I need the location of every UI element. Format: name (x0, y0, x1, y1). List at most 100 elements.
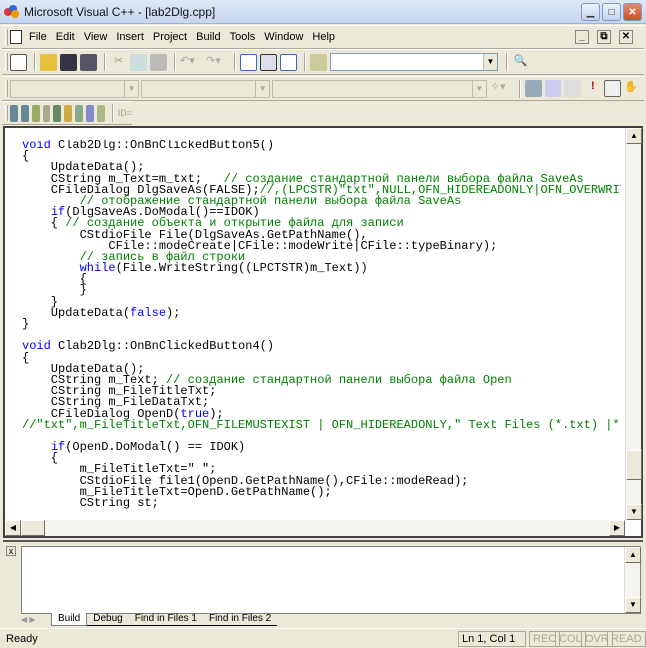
output-text-area[interactable]: ▲ ▼ (21, 546, 641, 614)
toolbar-grip[interactable] (5, 105, 8, 121)
code-text: (File.WriteString((LPCTSTR)m_Text)) (115, 261, 368, 276)
window-list-icon[interactable] (280, 53, 297, 71)
new-icon-icon[interactable] (42, 104, 51, 122)
menu-insert[interactable]: Insert (115, 30, 145, 44)
code-text: UpdateData( (22, 305, 131, 320)
code-comment: // создание стандартной панели выбора фа… (166, 372, 512, 387)
copy-icon[interactable] (130, 53, 147, 71)
minimize-button[interactable]: ▁ (581, 3, 600, 21)
toolbar-grip[interactable] (5, 53, 8, 71)
menu-tools[interactable]: Tools (229, 30, 257, 44)
horizontal-scrollbar[interactable]: ◀ ▶ (5, 520, 625, 536)
code-line: } (22, 284, 621, 296)
document-icon[interactable] (10, 30, 22, 44)
chevron-down-icon[interactable]: ▼ (483, 54, 497, 70)
toolbar-grip[interactable] (5, 29, 8, 45)
save-all-icon[interactable] (80, 53, 97, 71)
separator (234, 53, 236, 71)
find-in-files-icon[interactable] (310, 53, 327, 71)
output-tabs: ◀ ▶ Build Debug Find in Files 1 Find in Fil… (21, 612, 623, 626)
mdi-restore-button[interactable]: ⧉ (597, 30, 611, 44)
code-text[interactable]: void Clab2Dlg::OnBnClickedButton5(){ Upd… (22, 140, 621, 518)
undo-icon[interactable]: ↶▾ (180, 54, 197, 71)
maximize-button[interactable]: □ (602, 3, 621, 21)
tab-build[interactable]: Build (51, 612, 88, 626)
scroll-thumb[interactable] (21, 520, 45, 536)
chevron-down-icon: ▼ (471, 80, 486, 97)
separator (104, 53, 106, 71)
wizard-action-icon[interactable]: ✧▾ (491, 80, 508, 97)
compile-icon[interactable] (524, 80, 542, 97)
breakpoint-icon[interactable]: ✋ (624, 80, 641, 97)
save-icon[interactable] (60, 53, 77, 71)
new-cursor-icon[interactable] (31, 104, 40, 122)
find-binoculars-icon[interactable]: 🔍 (512, 54, 529, 71)
code-line: void Clab2Dlg::OnBnClickedButton4() (22, 339, 621, 354)
code-line: //"txt",m_FileTitleTxt,OFN_FILEMUSTEXIST… (22, 419, 621, 431)
scroll-thumb[interactable] (626, 450, 642, 480)
status-bar: Ready Ln 1, Col 1 REC COL OVR READ (0, 628, 646, 648)
new-bitmap-icon[interactable] (53, 104, 62, 122)
mdi-close-button[interactable]: ✕ (619, 30, 633, 44)
menu-file[interactable]: File (28, 30, 48, 44)
code-text: Clab2Dlg::OnBnClickedButton4() (50, 339, 275, 354)
menu-project[interactable]: Project (152, 30, 188, 44)
scroll-right-button[interactable]: ▶ (609, 520, 625, 536)
separator (174, 53, 176, 71)
code-line: } (22, 318, 621, 330)
build-icon[interactable] (544, 80, 562, 97)
toolbar-grip[interactable] (5, 80, 8, 97)
new-text-file-icon[interactable] (10, 53, 27, 71)
new-string-table-icon[interactable] (86, 104, 94, 122)
vertical-scrollbar[interactable]: ▲ ▼ (625, 128, 642, 520)
scroll-up-button[interactable]: ▲ (625, 547, 641, 563)
filter-combo[interactable]: ▼ (141, 79, 271, 98)
code-line: void Clab2Dlg::OnBnClickedButton5() (22, 140, 621, 151)
class-combo[interactable]: ▼ (10, 79, 140, 98)
stop-build-icon[interactable] (564, 80, 582, 97)
new-accelerator-icon[interactable] (75, 104, 84, 122)
tab-debug[interactable]: Debug (87, 613, 129, 626)
tab-find-in-files-1[interactable]: Find in Files 1 (128, 613, 203, 626)
scroll-down-button[interactable]: ▼ (625, 597, 641, 613)
mdi-minimize-button[interactable]: _ (575, 30, 589, 44)
close-button[interactable]: ✕ (623, 3, 642, 21)
tab-scroll-arrows-icon[interactable]: ◀ ▶ (21, 615, 51, 624)
separator (304, 53, 306, 71)
code-editor[interactable]: void Clab2Dlg::OnBnClickedButton5(){ Upd… (3, 126, 643, 538)
execute-icon[interactable]: ! (584, 80, 601, 97)
output-window-icon[interactable] (260, 53, 277, 71)
resource-toolbar: ID= (2, 101, 132, 125)
tab-find-in-files-2[interactable]: Find in Files 2 (202, 613, 278, 626)
cut-icon[interactable]: ✂ (110, 54, 127, 71)
paste-icon[interactable] (150, 53, 167, 71)
new-version-icon[interactable] (96, 104, 105, 122)
workspace-icon[interactable] (240, 53, 257, 71)
menu-view[interactable]: View (83, 30, 109, 44)
menu-help[interactable]: Help (311, 30, 336, 44)
menu-bar: File Edit View Insert Project Build Tools Windo… (2, 25, 644, 49)
scroll-up-button[interactable]: ▲ (626, 128, 642, 144)
new-toolbar-icon[interactable] (64, 104, 73, 122)
output-vertical-scrollbar[interactable]: ▲ ▼ (624, 547, 641, 613)
scroll-down-button[interactable]: ▼ (626, 504, 642, 520)
separator (506, 53, 508, 71)
code-text: Clab2Dlg::OnBnClickedButton5() (50, 140, 275, 152)
members-combo[interactable]: ▼ (272, 79, 487, 98)
menu-window[interactable]: Window (263, 30, 304, 44)
find-combo[interactable]: ▼ (330, 53, 498, 71)
scroll-left-button[interactable]: ◀ (5, 520, 21, 536)
window-title: Microsoft Visual C++ - [lab2Dlg.cpp] (24, 4, 216, 19)
resource-id-label: ID= (117, 108, 132, 118)
open-folder-icon[interactable] (40, 53, 57, 71)
new-menu-icon[interactable] (20, 104, 29, 122)
redo-icon[interactable]: ↷▾ (206, 54, 223, 71)
code-line: while(File.WriteString((LPCTSTR)m_Text)) (22, 261, 621, 276)
close-panel-icon[interactable]: x (6, 546, 16, 556)
code-line: if(OpenD.DoModal() == IDOK) (22, 441, 621, 453)
menu-build[interactable]: Build (195, 30, 221, 44)
new-dialog-icon[interactable] (10, 104, 18, 122)
code-line: CString st; (22, 497, 621, 509)
go-icon[interactable] (604, 80, 622, 97)
menu-edit[interactable]: Edit (55, 30, 76, 44)
